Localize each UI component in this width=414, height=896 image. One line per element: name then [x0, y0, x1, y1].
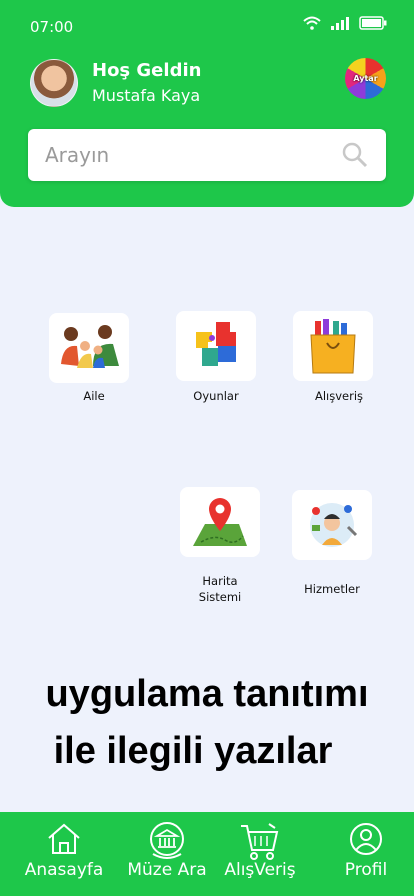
app-logo: Aytar: [345, 58, 386, 99]
search-placeholder: Arayın: [45, 143, 110, 167]
greeting: Hoş Geldin: [92, 60, 202, 81]
tile-alisveris[interactable]: [293, 311, 373, 381]
bottom-nav: Anasayfa Müze Ara AlışVeriş Profil: [0, 812, 414, 896]
shopping-bag-icon: [310, 319, 356, 374]
tile-label-alisveris: Alışveriş: [314, 389, 364, 403]
tile-harita[interactable]: [180, 487, 260, 557]
tile-aile[interactable]: [49, 313, 129, 383]
tile-oyunlar[interactable]: [176, 311, 256, 381]
tile-label-aile: Aile: [83, 389, 105, 403]
wifi-icon: [303, 16, 321, 30]
nav-profil[interactable]: Profil: [316, 812, 414, 896]
puzzle-icon: [196, 322, 236, 366]
tile-label-hizmetler: Hizmetler: [304, 582, 360, 596]
nav-alisveris[interactable]: AlışVeriş: [210, 812, 310, 896]
tile-label-oyunlar: Oyunlar: [193, 389, 239, 403]
search-input[interactable]: Arayın: [28, 129, 386, 181]
signal-icon: [331, 17, 349, 30]
status-icons: [303, 16, 387, 30]
user-name: Mustafa Kaya: [92, 86, 201, 105]
tile-label-harita: Harita Sistemi: [198, 574, 242, 604]
avatar[interactable]: [30, 59, 78, 107]
nav-label-profil: Profil: [344, 860, 388, 880]
services-icon: [310, 503, 358, 547]
tile-hizmetler[interactable]: [292, 490, 372, 560]
nav-muze-ara[interactable]: Müze Ara: [117, 812, 217, 896]
home-icon: [48, 823, 80, 854]
header: 07:00 Hoş Geldin Mustafa Kaya Aytar Aray…: [0, 0, 414, 207]
battery-icon: [359, 16, 387, 30]
cart-icon: [241, 823, 279, 860]
promo-line-1: uygulama tanıtımı: [45, 673, 369, 715]
museum-icon: [150, 822, 184, 859]
search-icon[interactable]: [342, 142, 368, 168]
nav-anasayfa[interactable]: Anasayfa: [14, 812, 114, 896]
nav-label-muze-ara: Müze Ara: [127, 860, 207, 880]
promo-line-2: ile ilegili yazılar: [53, 730, 333, 772]
family-icon: [61, 325, 119, 368]
status-time: 07:00: [30, 18, 74, 36]
map-pin-icon: [193, 498, 247, 546]
profile-icon: [350, 823, 382, 855]
nav-label-alisveris: AlışVeriş: [224, 860, 296, 880]
nav-label-anasayfa: Anasayfa: [24, 860, 104, 880]
